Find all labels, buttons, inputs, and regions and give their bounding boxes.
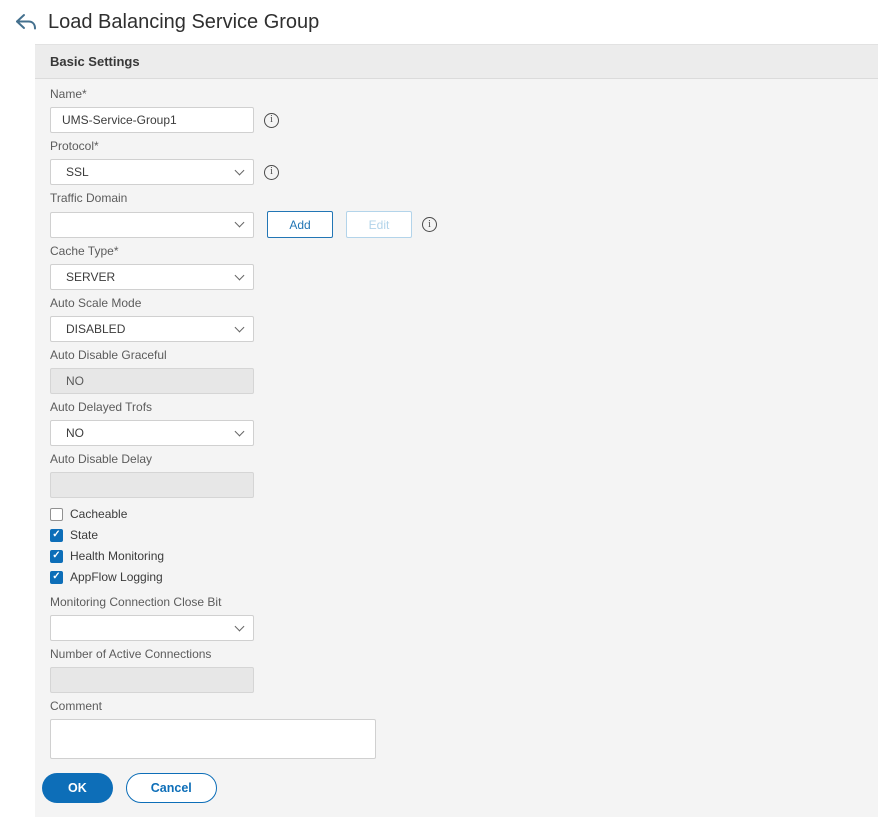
field-active-connections: Number of Active Connections <box>50 647 863 693</box>
auto-disable-delay-input <box>50 472 254 498</box>
checkbox-row-state[interactable]: ✓ State <box>50 525 863 545</box>
auto-delayed-trofs-label: Auto Delayed Trofs <box>50 400 153 414</box>
appflow-logging-checkbox[interactable]: ✓ <box>50 570 63 584</box>
field-auto-disable-graceful: Auto Disable Graceful <box>50 348 863 394</box>
chevron-down-icon <box>234 270 245 280</box>
chevron-down-icon <box>234 426 245 436</box>
field-auto-disable-delay: Auto Disable Delay <box>50 452 863 498</box>
panel-header: Basic Settings <box>35 45 878 79</box>
cache-type-value: SERVER <box>66 270 116 284</box>
page-title: Load Balancing Service Group <box>48 10 320 33</box>
field-comment: Comment <box>50 699 863 759</box>
auto-disable-graceful-input <box>50 368 254 394</box>
cacheable-checkbox[interactable]: ✓ <box>50 507 63 521</box>
protocol-label: Protocol* <box>50 139 99 153</box>
field-traffic-domain: Traffic Domain Add Edit i <box>50 191 863 238</box>
monitoring-close-bit-row <box>50 615 863 641</box>
traffic-domain-row: Add Edit i <box>50 211 863 238</box>
field-auto-delayed-trofs: Auto Delayed Trofs NO <box>50 400 863 446</box>
field-monitoring-close-bit: Monitoring Connection Close Bit <box>50 595 863 641</box>
protocol-select[interactable]: SSL <box>50 159 254 185</box>
health-monitoring-label: Health Monitoring <box>70 549 165 563</box>
field-auto-scale-mode: Auto Scale Mode DISABLED <box>50 296 863 342</box>
auto-disable-graceful-row <box>50 368 863 394</box>
page-header: Load Balancing Service Group <box>0 0 878 44</box>
panel-title: Basic Settings <box>50 54 140 69</box>
auto-scale-mode-select[interactable]: DISABLED <box>50 316 254 342</box>
auto-scale-mode-value: DISABLED <box>66 322 126 336</box>
traffic-domain-label: Traffic Domain <box>50 191 128 205</box>
ok-button[interactable]: OK <box>42 773 113 803</box>
active-connections-label: Number of Active Connections <box>50 647 212 661</box>
cacheable-label: Cacheable <box>70 507 128 521</box>
health-monitoring-checkbox[interactable]: ✓ <box>50 549 63 563</box>
panel-body: Name* i Protocol* SSL i Traffic Domain <box>35 79 878 803</box>
checkbox-row-appflow-logging[interactable]: ✓ AppFlow Logging <box>50 567 863 587</box>
comment-row <box>50 719 863 759</box>
appflow-logging-label: AppFlow Logging <box>70 570 163 584</box>
back-arrow-icon <box>16 14 36 30</box>
back-button[interactable] <box>14 10 38 34</box>
field-cache-type: Cache Type* SERVER <box>50 244 863 290</box>
auto-disable-delay-row <box>50 472 863 498</box>
auto-scale-mode-row: DISABLED <box>50 316 863 342</box>
state-label: State <box>70 528 99 542</box>
traffic-domain-select[interactable] <box>50 211 254 238</box>
info-icon[interactable]: i <box>422 217 437 232</box>
chevron-down-icon <box>234 322 245 332</box>
auto-disable-graceful-label: Auto Disable Graceful <box>50 348 167 362</box>
monitoring-close-bit-label: Monitoring Connection Close Bit <box>50 595 222 609</box>
protocol-value: SSL <box>66 165 89 179</box>
field-name: Name* i <box>50 87 863 133</box>
field-protocol: Protocol* SSL i <box>50 139 863 185</box>
cancel-button[interactable]: Cancel <box>125 773 217 803</box>
protocol-row: SSL i <box>50 159 863 185</box>
checkbox-row-health-monitoring[interactable]: ✓ Health Monitoring <box>50 546 863 566</box>
auto-delayed-trofs-select[interactable]: NO <box>50 420 254 446</box>
name-input[interactable] <box>50 107 254 133</box>
auto-disable-delay-label: Auto Disable Delay <box>50 452 153 466</box>
active-connections-input <box>50 667 254 693</box>
chevron-down-icon <box>234 217 245 228</box>
checkbox-group: ✓ Cacheable ✓ State ✓ Health Monitoring … <box>50 504 863 587</box>
cache-type-label: Cache Type* <box>50 244 119 258</box>
check-icon: ✓ <box>52 550 61 561</box>
chevron-down-icon <box>234 621 245 631</box>
name-row: i <box>50 107 863 133</box>
basic-settings-panel: Basic Settings Name* i Protocol* SSL i T… <box>35 44 878 817</box>
footer-actions: OK Cancel <box>42 773 863 803</box>
auto-delayed-trofs-row: NO <box>50 420 863 446</box>
monitoring-connection-close-bit-select[interactable] <box>50 615 254 641</box>
check-icon: ✓ <box>52 529 61 540</box>
cache-type-row: SERVER <box>50 264 863 290</box>
check-icon: ✓ <box>52 571 61 582</box>
active-connections-row <box>50 667 863 693</box>
info-icon[interactable]: i <box>264 164 279 180</box>
auto-scale-mode-label: Auto Scale Mode <box>50 296 142 310</box>
edit-button: Edit <box>346 211 412 238</box>
add-button[interactable]: Add <box>267 211 333 238</box>
state-checkbox[interactable]: ✓ <box>50 528 63 542</box>
cache-type-select[interactable]: SERVER <box>50 264 254 290</box>
name-label: Name* <box>50 87 87 101</box>
comment-label: Comment <box>50 699 103 713</box>
auto-delayed-trofs-value: NO <box>66 426 84 440</box>
info-icon[interactable]: i <box>264 112 279 128</box>
comment-textarea[interactable] <box>50 719 376 759</box>
chevron-down-icon <box>234 165 245 175</box>
checkbox-row-cacheable[interactable]: ✓ Cacheable <box>50 504 863 524</box>
